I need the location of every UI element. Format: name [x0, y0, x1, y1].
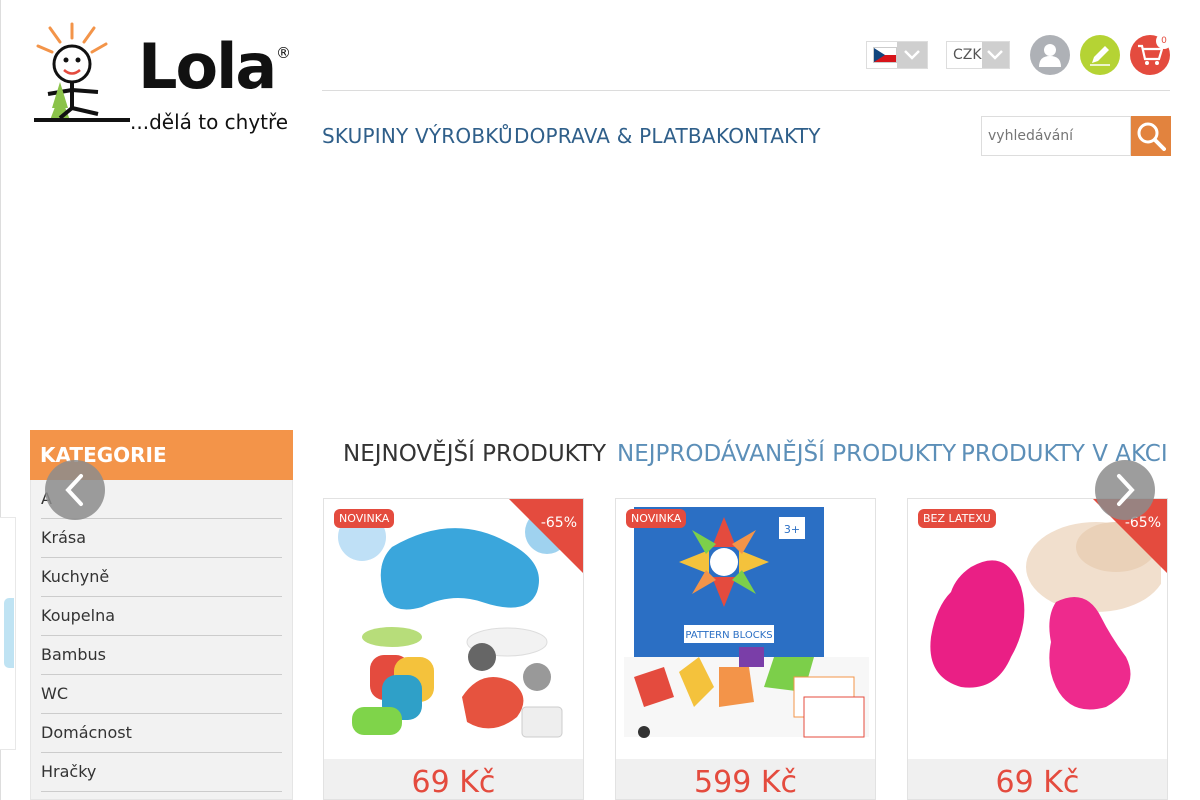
user-icon [1039, 44, 1061, 67]
nav-shipping-payment[interactable]: DOPRAVA & PLATBA [514, 124, 716, 148]
product-price: 69 Kč [995, 765, 1080, 800]
category-item-kuchyne[interactable]: Kuchyně [41, 558, 282, 597]
product-card[interactable]: -65% BEZ LATEXU 69 Kč [907, 498, 1168, 800]
product-price: 599 Kč [694, 765, 797, 800]
category-item-krasa[interactable]: Krása [41, 519, 282, 558]
category-item-domacnost[interactable]: Domácnost [41, 714, 282, 753]
side-banner-peek[interactable] [0, 517, 16, 750]
box-label: PATTERN BLOCKS [685, 630, 772, 641]
currency-value: CZK [953, 47, 982, 63]
category-item-wc[interactable]: WC [41, 675, 282, 714]
header-divider [322, 90, 1170, 91]
logo-registered-mark: ® [276, 44, 291, 62]
logo-tagline: ...dělá to chytře [130, 110, 289, 134]
account-button[interactable] [1030, 35, 1070, 75]
discount-label: -65% [540, 515, 577, 531]
cart-count-badge: 0 [1156, 33, 1172, 49]
carousel-next-button[interactable] [1095, 460, 1155, 520]
chevron-down-icon [897, 42, 927, 68]
tab-bestselling-products[interactable]: NEJPRODÁVANĚJŠÍ PRODUKTY [617, 441, 956, 467]
product-price: 69 Kč [411, 765, 496, 800]
age-label: 3+ [784, 523, 800, 536]
pencil-icon [1090, 46, 1110, 66]
register-button[interactable] [1080, 35, 1120, 75]
product-badge: NOVINKA [626, 509, 687, 528]
product-card[interactable]: -65% NOVINKA 69 Kč [323, 498, 584, 800]
chevron-left-icon [65, 474, 83, 506]
chevron-right-icon [1117, 474, 1135, 506]
search-button[interactable] [1131, 116, 1171, 156]
category-item-koupelna[interactable]: Koupelna [41, 597, 282, 636]
language-select[interactable] [866, 41, 928, 69]
search-icon [1137, 122, 1166, 151]
nav-contacts[interactable]: KONTAKTY [716, 124, 821, 148]
czech-flag-icon [873, 47, 897, 63]
tab-newest-products[interactable]: NEJNOVĚJŠÍ PRODUKTY [343, 441, 606, 467]
discount-ribbon [509, 499, 583, 573]
category-item-hracky[interactable]: Hračky [41, 753, 282, 792]
logo-figure-icon [34, 22, 130, 122]
search-input[interactable] [981, 116, 1131, 156]
product-badge: BEZ LATEXU [918, 509, 996, 528]
category-item-bambus[interactable]: Bambus [41, 636, 282, 675]
product-image-pattern-blocks: 3+ PATTERN BLOCKS [624, 507, 869, 752]
currency-select[interactable]: CZK [946, 41, 1010, 69]
carousel-prev-button[interactable] [45, 460, 105, 520]
product-card[interactable]: 3+ PATTERN BLOCKS NOVINKA 599 Kč [615, 498, 876, 800]
nav-product-groups[interactable]: SKUPINY VÝROBKŮ [322, 124, 513, 148]
chevron-down-icon [981, 42, 1009, 68]
product-badge: NOVINKA [334, 509, 395, 528]
logo-wordmark: Lola [138, 30, 277, 103]
